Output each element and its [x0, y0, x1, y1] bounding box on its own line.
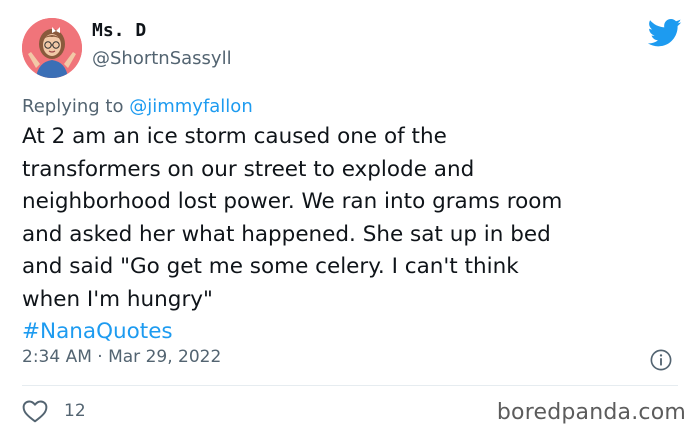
tweet-header: Ms. D @ShortnSassyll	[22, 14, 682, 84]
tweet-text: At 2 am an ice storm caused one of the t…	[22, 121, 682, 349]
display-name[interactable]: Ms. D	[92, 20, 232, 42]
reply-mention-link[interactable]: @jimmyfallon	[129, 96, 253, 117]
info-icon[interactable]	[650, 349, 672, 371]
user-handle[interactable]: @ShortnSassyll	[92, 46, 232, 72]
hashtag-link[interactable]: #NanaQuotes	[22, 316, 682, 349]
like-count: 12	[64, 401, 86, 421]
reply-prefix: Replying to	[22, 96, 124, 117]
like-button[interactable]: 12	[22, 399, 86, 423]
bitmoji-avatar-icon	[22, 18, 82, 78]
avatar[interactable]	[22, 18, 82, 78]
tweet-line: transformers on our street to explode an…	[22, 156, 475, 182]
divider	[22, 385, 678, 386]
twitter-bird-icon[interactable]	[648, 18, 682, 48]
tweet-line: and said "Go get me some celery. I can't…	[22, 254, 519, 279]
tweet-line: and asked her what happened. She sat up …	[22, 221, 551, 247]
author-info: Ms. D @ShortnSassyll	[92, 20, 232, 72]
heart-icon[interactable]	[22, 399, 48, 423]
watermark: boredpanda.com	[496, 400, 686, 425]
reply-context: Replying to @jimmyfallon	[22, 96, 253, 117]
tweet-line: At 2 am an ice storm caused one of the	[22, 124, 447, 149]
tweet-line: when I'm hungry"	[22, 286, 213, 312]
tweet-line: neighborhood lost power. We ran into gra…	[22, 189, 563, 214]
tweet-timestamp[interactable]: 2:34 AM · Mar 29, 2022	[22, 347, 221, 367]
